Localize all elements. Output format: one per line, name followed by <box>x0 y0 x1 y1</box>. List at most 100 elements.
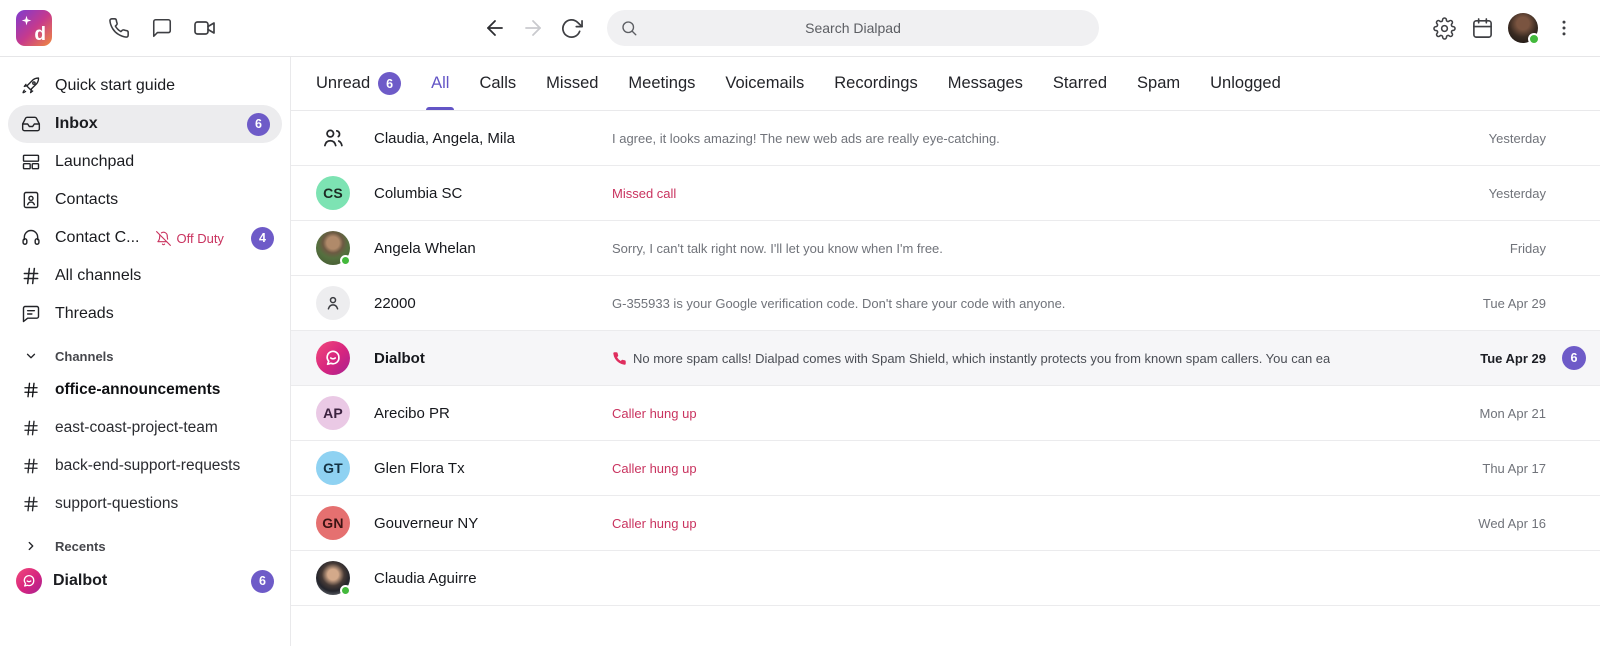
topbar-left: d <box>0 10 217 46</box>
conversation-row[interactable]: GN Gouverneur NY Caller hung up Wed Apr … <box>291 496 1600 551</box>
sidebar-item-inbox[interactable]: Inbox 6 <box>8 105 282 143</box>
user-avatar[interactable] <box>1508 13 1538 43</box>
preview-text: I agree, it looks amazing! The new web a… <box>612 131 1000 146</box>
tab[interactable]: Voicemails <box>725 57 804 110</box>
group-avatar-icon <box>316 121 350 155</box>
channel-name: back-end-support-requests <box>55 457 240 475</box>
conversation-preview: Caller hung up <box>612 516 1456 531</box>
topbar-right <box>1432 0 1576 56</box>
launchpad-icon <box>20 152 42 172</box>
conversation-row[interactable]: Claudia Aguirre <box>291 551 1600 606</box>
sidebar-channel-item[interactable]: support-questions <box>0 485 290 523</box>
conversation-preview: Sorry, I can't talk right now. I'll let … <box>612 241 1456 256</box>
search-icon <box>620 19 638 37</box>
conversation-row[interactable]: 22000 G-355933 is your Google verificati… <box>291 276 1600 331</box>
tab-label: Spam <box>1137 74 1180 93</box>
conversation-name: Glen Flora Tx <box>374 460 612 477</box>
calendar-icon[interactable] <box>1470 16 1494 40</box>
hash-icon <box>20 419 42 437</box>
topbar-nav <box>483 0 1099 56</box>
avatar <box>316 341 350 375</box>
sidebar-item-contacts[interactable]: Contacts <box>0 181 290 219</box>
conversation-timestamp: Thu Apr 17 <box>1456 461 1546 476</box>
conversation-row[interactable]: AP Arecibo PR Caller hung up Mon Apr 21 <box>291 386 1600 441</box>
back-icon[interactable] <box>483 16 507 40</box>
logo-letter: d <box>34 25 46 44</box>
conversation-name: Gouverneur NY <box>374 515 612 532</box>
sidebar-channel-item[interactable]: back-end-support-requests <box>0 447 290 485</box>
bell-off-icon <box>156 231 171 246</box>
conversation-list: Claudia, Angela, Mila I agree, it looks … <box>291 111 1600 646</box>
tab[interactable]: Missed <box>546 57 598 110</box>
forward-icon[interactable] <box>521 16 545 40</box>
conversation-timestamp: Friday <box>1456 241 1546 256</box>
channels-section-label: Channels <box>55 349 114 364</box>
refresh-icon[interactable] <box>559 16 583 40</box>
dialpad-logo[interactable]: d <box>16 10 52 46</box>
presence-dot <box>340 255 351 266</box>
sidebar-item-label: All channels <box>55 267 141 285</box>
avatar <box>316 231 350 265</box>
preview-text: Missed call <box>612 186 676 201</box>
tab-unread-badge: 6 <box>378 72 401 95</box>
conversation-row[interactable]: GT Glen Flora Tx Caller hung up Thu Apr … <box>291 441 1600 496</box>
search-bar[interactable] <box>607 10 1099 46</box>
tab[interactable]: Unlogged <box>1210 57 1281 110</box>
channel-name: support-questions <box>55 495 178 513</box>
sidebar-item-threads[interactable]: Threads <box>0 295 290 333</box>
off-duty-status: Off Duty <box>156 231 223 246</box>
channels-section-header[interactable]: Channels <box>0 341 290 371</box>
person-avatar-icon <box>316 286 350 320</box>
tab[interactable]: Calls <box>479 57 516 110</box>
avatar: GN <box>316 506 350 540</box>
sidebar-item-launchpad[interactable]: Launchpad <box>0 143 290 181</box>
rocket-icon <box>20 76 42 96</box>
headset-icon <box>20 228 42 248</box>
preview-text: G-355933 is your Google verification cod… <box>612 296 1065 311</box>
channel-name: east-coast-project-team <box>55 419 218 437</box>
avatar: GT <box>316 451 350 485</box>
recents-section-header[interactable]: Recents <box>0 531 290 561</box>
conversation-row[interactable]: Dialbot No more spam calls! Dialpad come… <box>291 331 1600 386</box>
sidebar-channel-item[interactable]: east-coast-project-team <box>0 409 290 447</box>
conversation-name: Dialbot <box>374 350 612 367</box>
channel-name: office-announcements <box>55 381 220 399</box>
conversation-row[interactable]: Claudia, Angela, Mila I agree, it looks … <box>291 111 1600 166</box>
preview-text: Sorry, I can't talk right now. I'll let … <box>612 241 943 256</box>
phone-icon[interactable] <box>107 16 131 40</box>
sidebar-channel-item[interactable]: office-announcements <box>0 371 290 409</box>
conversation-preview: No more spam calls! Dialpad comes with S… <box>612 351 1456 366</box>
avatar <box>316 561 350 595</box>
conversation-unread-badge: 6 <box>1562 346 1586 370</box>
kebab-menu-icon[interactable] <box>1552 16 1576 40</box>
recents-section-label: Recents <box>55 539 106 554</box>
tab[interactable]: Recordings <box>834 57 917 110</box>
preview-text: Caller hung up <box>612 516 697 531</box>
initials-avatar: GN <box>316 506 350 540</box>
sidebar-item-quick-start-guide[interactable]: Quick start guide <box>0 67 290 105</box>
inbox-main: Unread 6 All Calls Missed <box>291 57 1600 646</box>
conversation-timestamp: Wed Apr 16 <box>1456 516 1546 531</box>
conversation-row[interactable]: Angela Whelan Sorry, I can't talk right … <box>291 221 1600 276</box>
tab[interactable]: Spam <box>1137 57 1180 110</box>
tab[interactable]: All <box>431 57 449 110</box>
conversation-row[interactable]: CS Columbia SC Missed call Yesterday <box>291 166 1600 221</box>
sidebar-item-all-channels[interactable]: All channels <box>0 257 290 295</box>
initials-avatar: CS <box>316 176 350 210</box>
tab-label: Missed <box>546 74 598 93</box>
initials-avatar: AP <box>316 396 350 430</box>
search-input[interactable] <box>607 19 1099 37</box>
channel-list: office-announcements east-coast-project-… <box>0 371 290 523</box>
avatar-initials: AP <box>323 405 343 421</box>
tab-label: Voicemails <box>725 74 804 93</box>
sidebar-item-dialbot[interactable]: Dialbot 6 <box>0 561 290 601</box>
chat-icon[interactable] <box>150 16 174 40</box>
tab[interactable]: Messages <box>948 57 1023 110</box>
sidebar-item-contact-center[interactable]: Contact C... Off Duty 4 <box>0 219 290 257</box>
video-icon[interactable] <box>193 16 217 40</box>
avatar <box>316 121 350 155</box>
tab[interactable]: Starred <box>1053 57 1107 110</box>
tab[interactable]: Meetings <box>628 57 695 110</box>
settings-gear-icon[interactable] <box>1432 16 1456 40</box>
tab[interactable]: Unread 6 <box>316 57 401 110</box>
